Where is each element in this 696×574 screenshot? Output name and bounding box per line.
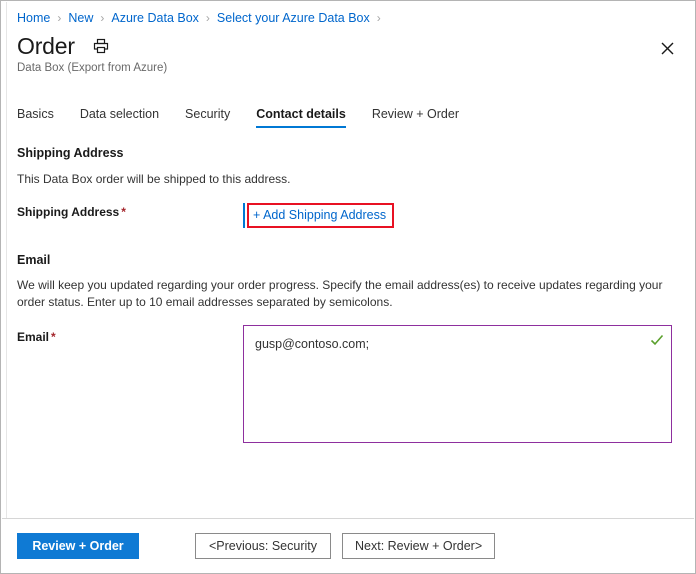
review-order-button[interactable]: Review + Order [17,532,139,559]
footer-action-bar: Review + Order <Previous: Security Next:… [2,518,694,572]
field-accent-bar [243,203,245,228]
breadcrumb-item-azure-data-box[interactable]: Azure Data Box [111,11,199,25]
page-subtitle: Data Box (Export from Azure) [17,62,168,74]
add-shipping-address-wrapper: + Add Shipping Address [243,203,395,228]
required-asterisk: * [121,205,126,219]
tab-basics[interactable]: Basics [17,107,54,128]
chevron-right-icon: › [205,11,210,25]
breadcrumb: Home › New › Azure Data Box › Select you… [17,9,388,27]
chevron-right-icon: › [57,11,62,25]
breadcrumb-item-home[interactable]: Home [17,11,50,25]
shipping-address-description: This Data Box order will be shipped to t… [17,172,291,186]
tab-review-order[interactable]: Review + Order [372,107,459,128]
email-label-text: Email [17,330,50,344]
contact-details-form: Shipping Address This Data Box order wil… [1,139,695,517]
email-label: Email * [17,330,56,344]
shipping-address-label-text: Shipping Address [17,205,120,219]
email-field-box [243,325,672,443]
title-row: Order [17,32,111,60]
order-blade: Home › New › Azure Data Box › Select you… [0,0,696,574]
chevron-right-icon: › [100,11,105,25]
next-review-order-button[interactable]: Next: Review + Order> [342,532,496,559]
shipping-address-label: Shipping Address * [17,205,126,219]
wizard-tabs: Basics Data selection Security Contact d… [17,107,485,133]
page-title: Order [17,33,75,59]
tab-data-selection[interactable]: Data selection [80,107,159,128]
tab-security[interactable]: Security [185,107,230,128]
required-asterisk: * [51,330,56,344]
tab-contact-details[interactable]: Contact details [256,107,346,128]
shipping-address-section-title: Shipping Address [17,146,124,160]
chevron-right-icon: › [376,11,381,25]
previous-security-button[interactable]: <Previous: Security [195,532,331,559]
email-description: We will keep you updated regarding your … [17,278,663,309]
add-shipping-address-link[interactable]: + Add Shipping Address [253,208,386,222]
email-section-title: Email [17,253,51,267]
add-shipping-address-highlight: + Add Shipping Address [247,203,395,228]
print-icon[interactable] [91,36,111,56]
email-input[interactable] [244,326,671,442]
breadcrumb-item-select-your-azure-data-box[interactable]: Select your Azure Data Box [217,11,370,25]
close-icon[interactable] [653,34,681,62]
breadcrumb-item-new[interactable]: New [68,11,93,25]
